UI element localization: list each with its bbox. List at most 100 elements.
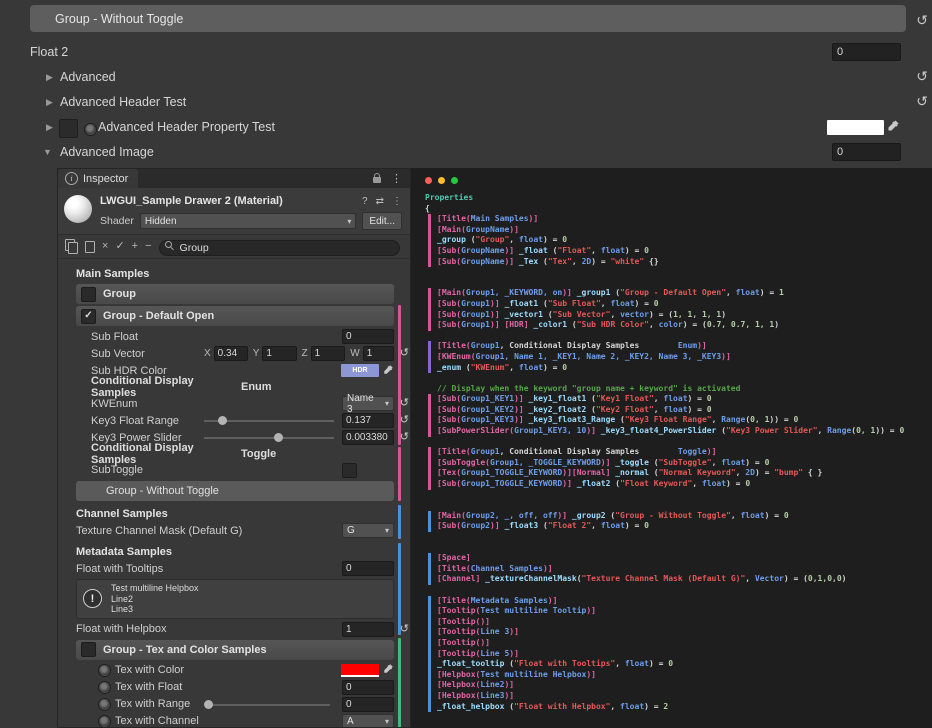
vector-x-input[interactable]: [214, 346, 248, 361]
window-minimize-button[interactable]: [438, 177, 445, 184]
code-line: [Sub(Group1)] [HDR] _color1 ("Sub HDR Co…: [437, 320, 932, 331]
paste-icon[interactable]: [85, 241, 95, 253]
kwenum-label: KWEnum: [76, 398, 342, 410]
texture-slot[interactable]: [59, 119, 78, 138]
color-swatch-white[interactable]: [827, 120, 884, 135]
code-line: // Display when the keyword "group name …: [437, 384, 932, 395]
shader-label: Shader: [100, 215, 134, 227]
revert-icon[interactable]: ↺: [400, 622, 409, 635]
foldout-advanced-header-test-icon[interactable]: ▶: [46, 97, 53, 108]
group-bar-label: Group: [103, 288, 136, 300]
group-without-toggle-header-bar[interactable]: Group - Without Toggle: [30, 5, 906, 32]
eyedropper-icon[interactable]: [383, 364, 394, 378]
tex-color-group-color-bar: [398, 638, 401, 728]
cut-icon[interactable]: ×: [102, 241, 108, 252]
foldout-advanced-image-label[interactable]: Advanced Image: [60, 145, 154, 159]
foldout-advanced-label[interactable]: Advanced: [60, 70, 116, 84]
remove-icon[interactable]: −: [145, 241, 151, 252]
code-line: [Helpbox(Line2)]: [437, 680, 932, 691]
add-icon[interactable]: +: [132, 241, 138, 252]
presets-icon[interactable]: ⇄: [376, 196, 384, 207]
texture-thumb-icon: [98, 664, 111, 677]
chevron-down-icon: ▾: [385, 399, 389, 408]
hdr-color-swatch[interactable]: HDR: [341, 364, 379, 377]
code-line: [Main(Group2, _, off, off)] _group2 ("Gr…: [437, 511, 932, 522]
subtoggle-checkbox[interactable]: [342, 463, 357, 478]
tab-menu-icon[interactable]: ⋮: [391, 172, 402, 185]
more-icon[interactable]: ⋮: [392, 196, 402, 207]
inspector-panel: i Inspector ⋮ LWGUI_Sample Drawer 2 (Mat…: [57, 168, 411, 728]
float-with-tooltips-input[interactable]: [342, 561, 394, 576]
group-bar-group[interactable]: Group: [76, 284, 394, 304]
edit-shader-button[interactable]: Edit...: [362, 212, 402, 230]
group-default-open-checkbox[interactable]: ✓: [81, 309, 96, 324]
inspector-properties: Main Samples Group ✓ Group - Default Ope…: [58, 259, 410, 728]
tab-inspector[interactable]: i Inspector: [58, 169, 138, 188]
search-input[interactable]: [159, 240, 400, 256]
group-toggle-checkbox[interactable]: [81, 287, 96, 302]
code-line: [Title(Channel Samples)]: [437, 564, 932, 575]
revert-icon[interactable]: ↺: [916, 93, 928, 110]
code-area: Properties{[Title(Main Samples)][Main(Gr…: [411, 193, 932, 712]
revert-icon[interactable]: ↺: [400, 413, 409, 426]
key3-power-slider[interactable]: [204, 430, 334, 445]
foldout-advanced-header-property-test-icon[interactable]: ▶: [46, 122, 53, 133]
sub-float-input[interactable]: [342, 329, 394, 344]
help-icon[interactable]: ?: [362, 196, 368, 207]
subtoggle-label: SubToggle: [76, 464, 342, 476]
revert-icon[interactable]: ↺: [400, 346, 409, 359]
advanced-image-input[interactable]: [832, 143, 901, 161]
tex-with-range-slider[interactable]: [207, 697, 330, 712]
shader-dropdown[interactable]: Hidden ▾: [140, 213, 357, 229]
code-line: _float_helpbox ("Float with Helpbox", fl…: [437, 702, 932, 713]
code-line: [Sub(Group2)] _float3 ("Float 2", float)…: [437, 521, 932, 532]
eyedropper-icon[interactable]: [887, 119, 900, 137]
group-bar-default-open[interactable]: ✓ Group - Default Open: [76, 306, 394, 326]
copy-icon[interactable]: [68, 242, 78, 254]
tex-with-channel-dropdown[interactable]: A ▾: [342, 714, 394, 728]
float-with-helpbox-input[interactable]: [342, 622, 394, 637]
kwenum-dropdown[interactable]: Name 3 ▾: [342, 396, 394, 411]
conditional-display-suffix: Toggle: [241, 448, 276, 460]
window-close-button[interactable]: [425, 177, 432, 184]
foldout-advanced-image-icon[interactable]: ▼: [43, 147, 52, 157]
vector-w-input[interactable]: [363, 346, 394, 361]
revert-icon[interactable]: ↺: [916, 12, 928, 29]
tex-color-group-checkbox[interactable]: [81, 642, 96, 657]
group-without-toggle-inner-bar[interactable]: Group - Without Toggle: [76, 481, 394, 501]
revert-icon[interactable]: ↺: [400, 396, 409, 409]
row-key3-power-slider: Key3 Power Slider ↺: [76, 429, 394, 446]
material-preview-sphere[interactable]: [64, 195, 92, 223]
material-title: LWGUI_Sample Drawer 2 (Material): [100, 195, 362, 207]
key3-power-slider-input[interactable]: [342, 430, 394, 445]
vector-y-input[interactable]: [262, 346, 296, 361]
apply-icon[interactable]: ✓: [115, 241, 124, 252]
vector-y-label: Y: [253, 348, 260, 359]
row-tex-with-range: Tex with Range: [76, 696, 394, 713]
key3-float-range-input[interactable]: [342, 413, 394, 428]
code-line: [Title(Group1, Conditional Display Sampl…: [437, 341, 932, 352]
row-sub-vector: Sub Vector X Y Z W ↺: [76, 345, 394, 362]
texture-thumb-icon: [98, 715, 111, 728]
color-swatch-red[interactable]: [341, 664, 379, 677]
foldout-advanced-header-test-label[interactable]: Advanced Header Test: [60, 95, 186, 109]
revert-icon[interactable]: ↺: [400, 430, 409, 443]
key3-float-range-slider[interactable]: [204, 413, 334, 428]
float2-input[interactable]: [832, 43, 901, 61]
vector-z-input[interactable]: [311, 346, 346, 361]
eyedropper-icon[interactable]: [383, 663, 394, 677]
lock-icon[interactable]: [373, 177, 381, 183]
property-search: [159, 238, 400, 256]
foldout-advanced-icon[interactable]: ▶: [46, 72, 53, 83]
tex-with-float-input[interactable]: [342, 680, 394, 695]
group-bar-label: Group - Default Open: [103, 310, 214, 322]
window-zoom-button[interactable]: [451, 177, 458, 184]
code-line: [Tooltip()]: [437, 617, 932, 628]
code-line: {: [425, 204, 932, 215]
foldout-advanced-header-property-test-label[interactable]: Advanced Header Property Test: [98, 120, 275, 134]
group-bar-tex-and-color[interactable]: Group - Tex and Color Samples: [76, 640, 394, 660]
texture-channel-mask-dropdown[interactable]: G ▾: [342, 523, 394, 538]
row-texture-channel-mask: Texture Channel Mask (Default G) G ▾: [76, 522, 394, 539]
revert-icon[interactable]: ↺: [916, 68, 928, 85]
tex-with-range-input[interactable]: [342, 697, 394, 712]
